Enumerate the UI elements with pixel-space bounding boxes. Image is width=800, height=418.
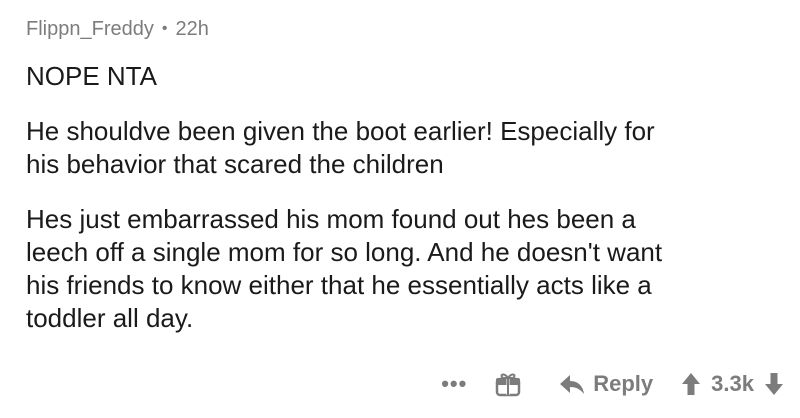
comment-paragraph: Hes just embarrassed his mom found out h… (26, 204, 663, 333)
gift-icon[interactable] (491, 367, 525, 401)
comment-age: 22h (175, 17, 209, 40)
vote-controls: 3.3k (681, 371, 784, 397)
comment-body: NOPE NTA He shouldve been given the boot… (26, 60, 786, 335)
more-options-button[interactable]: ••• (437, 373, 471, 395)
reply-icon (560, 375, 585, 394)
meta-separator: • (161, 20, 168, 37)
comment-meta: Flippn_Freddy • 22h (26, 14, 786, 44)
vote-score: 3.3k (711, 371, 754, 396)
author-name[interactable]: Flippn_Freddy (26, 18, 154, 41)
downvote-icon[interactable] (764, 372, 784, 396)
upvote-icon[interactable] (681, 372, 701, 396)
reply-button[interactable]: Reply (559, 371, 653, 397)
comment: Flippn_Freddy • 22h NOPE NTA He shouldve… (26, 14, 786, 357)
comment-paragraph: He shouldve been given the boot earlier!… (26, 116, 655, 179)
comment-actions: ••• Reply 3.3k (437, 364, 784, 404)
comment-paragraph: NOPE NTA (26, 61, 157, 91)
reply-label: Reply (593, 371, 654, 396)
